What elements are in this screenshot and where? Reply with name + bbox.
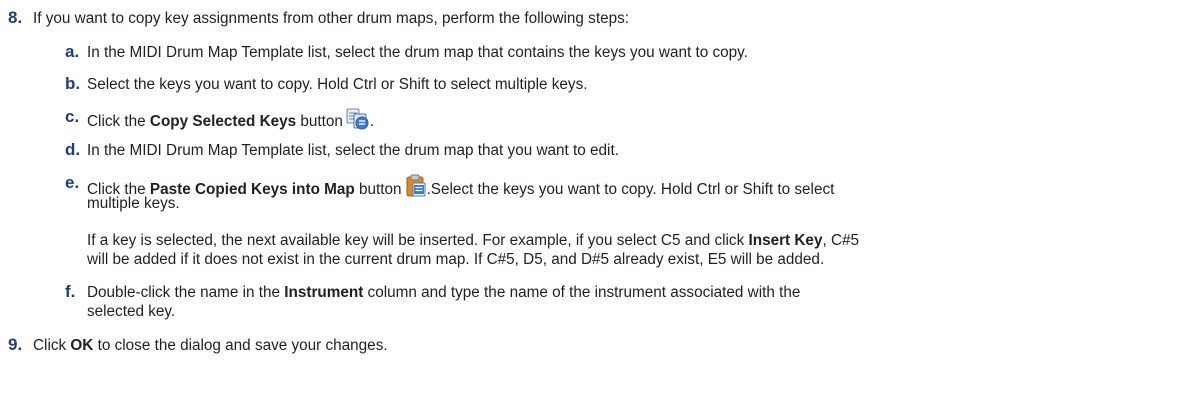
substep-text: In the MIDI Drum Map Template list, sele… (87, 142, 619, 159)
paste-copied-keys-label: Paste Copied Keys into Map (149, 181, 355, 198)
ok-label: OK (70, 337, 94, 354)
substep-text: Click the Copy Selected Keys button . (87, 108, 374, 135)
step-text: Click OK to close the dialog and save yo… (33, 337, 388, 354)
step-text: If you want to copy key assignments from… (33, 10, 629, 27)
copy-keys-icon (346, 108, 370, 135)
substep-letter: b. (65, 74, 81, 93)
substep-letter: d. (65, 140, 81, 159)
substep-text: Select the keys you want to copy. Hold C… (87, 76, 588, 93)
insert-key-label: Insert Key (748, 232, 823, 249)
substep-letter: c. (65, 107, 80, 126)
substep-text-continued: multiple keys. (87, 195, 180, 212)
note-paragraph-continued: will be added if it does not exist in th… (87, 251, 825, 268)
copy-selected-keys-label: Copy Selected Keys (149, 113, 297, 130)
step-number: 9. (8, 335, 23, 354)
substep-text: Click the Paste Copied Keys into Map but… (87, 174, 834, 203)
substep-letter: f. (65, 282, 76, 301)
substep-letter: a. (65, 42, 80, 61)
substep-text-continued: selected key. (87, 303, 176, 320)
substep-letter: e. (65, 173, 80, 192)
substep-text: In the MIDI Drum Map Template list, sele… (87, 44, 748, 61)
substep-text: Double-click the name in the Instrument … (87, 284, 801, 301)
instrument-label: Instrument (284, 284, 364, 301)
paste-clipboard-icon (405, 174, 427, 203)
step-number: 8. (8, 8, 23, 27)
note-paragraph: If a key is selected, the next available… (87, 232, 860, 249)
